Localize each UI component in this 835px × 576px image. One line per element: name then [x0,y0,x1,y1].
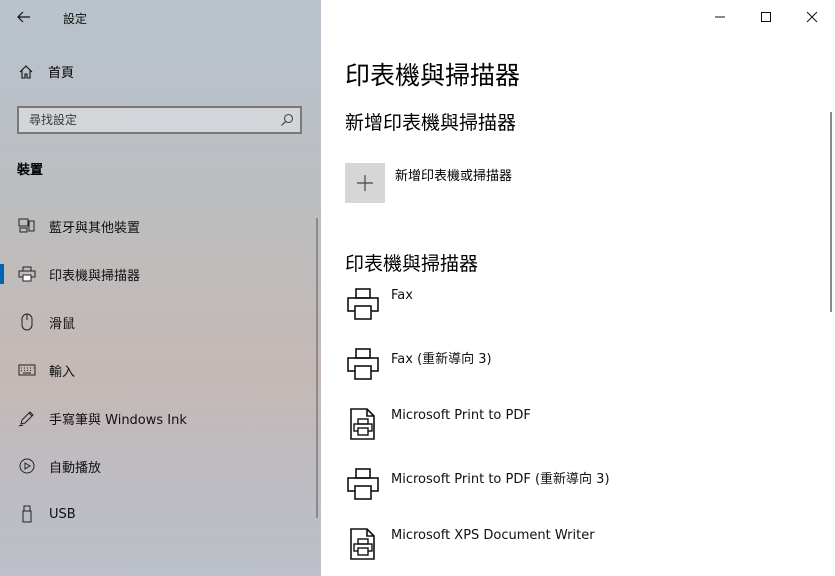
sidebar: 設定 首頁 裝置 [0,0,321,576]
sidebar-nav: 藍牙與其他裝置 印表機與掃描器 滑鼠 輸入 手寫筆與 Windows Ink 自… [0,202,321,538]
sidebar-item-label: 藍牙與其他裝置 [49,220,141,236]
sidebar-item-label: USB [49,506,76,522]
close-button[interactable] [789,0,835,34]
autoplay-icon [18,457,36,475]
add-printer-button[interactable]: 新增印表機或掃描器 [345,163,512,203]
printer-icon [18,265,36,283]
printer-list: Fax Fax (重新導向 3) Microsoft Print to PDF … [345,286,815,576]
printer-name: Fax [391,288,413,303]
sidebar-item-label: 手寫筆與 Windows Ink [49,412,187,428]
pen-icon [18,409,36,427]
printer-name: Microsoft Print to PDF (重新導向 3) [391,472,610,487]
bluetooth-devices-icon [18,217,36,235]
main-content: 印表機與掃描器 新增印表機與掃描器 新增印表機或掃描器 印表機與掃描器 Fax … [321,0,835,576]
printer-name: Fax (重新導向 3) [391,352,492,367]
sidebar-item-mouse[interactable]: 滑鼠 [0,298,321,346]
add-section-title: 新增印表機與掃描器 [345,112,517,134]
sidebar-item-pen[interactable]: 手寫筆與 Windows Ink [0,394,321,442]
sidebar-item-home[interactable]: 首頁 [18,62,74,81]
plus-icon [357,175,373,191]
section-title-devices: 裝置 [17,163,44,178]
sidebar-item-label: 輸入 [49,364,76,380]
printer-name: Microsoft XPS Document Writer [391,528,595,543]
printer-item-print-to-pdf[interactable]: Microsoft Print to PDF [345,406,815,466]
minimize-icon [715,16,725,18]
home-icon [19,64,33,79]
printer-item-print-to-pdf-redirected[interactable]: Microsoft Print to PDF (重新導向 3) [345,466,815,526]
close-icon [806,11,818,23]
sidebar-item-usb[interactable]: USB [0,490,321,538]
page-title: 印表機與掃描器 [345,61,521,90]
pdf-printer-icon [345,406,381,442]
printer-icon [345,466,381,502]
usb-icon [18,505,36,523]
mouse-icon [18,313,36,331]
add-printer-label: 新增印表機或掃描器 [395,169,513,184]
printer-item-fax[interactable]: Fax [345,286,815,346]
sidebar-scrollbar[interactable] [316,218,318,518]
search-input[interactable] [19,108,269,132]
app-title: 設定 [63,12,88,26]
main-scrollbar[interactable] [830,112,832,312]
settings-window: 設定 首頁 裝置 [0,0,835,576]
search-icon[interactable] [280,112,294,131]
home-label: 首頁 [48,66,75,81]
sidebar-item-bluetooth[interactable]: 藍牙與其他裝置 [0,202,321,250]
printer-icon [345,346,381,382]
maximize-button[interactable] [743,0,789,34]
sidebar-item-label: 自動播放 [49,460,102,476]
back-button[interactable] [10,5,38,29]
sidebar-item-autoplay[interactable]: 自動播放 [0,442,321,490]
sidebar-item-label: 滑鼠 [49,316,76,332]
sidebar-item-label: 印表機與掃描器 [49,268,141,284]
pdf-printer-icon [345,526,381,562]
printer-name: Microsoft Print to PDF [391,408,531,423]
printer-icon [345,286,381,322]
minimize-button[interactable] [697,0,743,34]
back-arrow-icon [17,11,30,23]
maximize-icon [761,12,771,22]
add-tile[interactable] [345,163,385,203]
search-box[interactable] [17,106,302,134]
sidebar-item-typing[interactable]: 輸入 [0,346,321,394]
printer-item-fax-redirected[interactable]: Fax (重新導向 3) [345,346,815,406]
printer-item-xps-writer[interactable]: Microsoft XPS Document Writer [345,526,815,576]
window-controls [697,0,835,34]
title-bar-left: 設定 [0,0,321,34]
keyboard-icon [18,361,36,379]
printers-section-title: 印表機與掃描器 [345,253,479,275]
sidebar-item-printers[interactable]: 印表機與掃描器 [0,250,321,298]
